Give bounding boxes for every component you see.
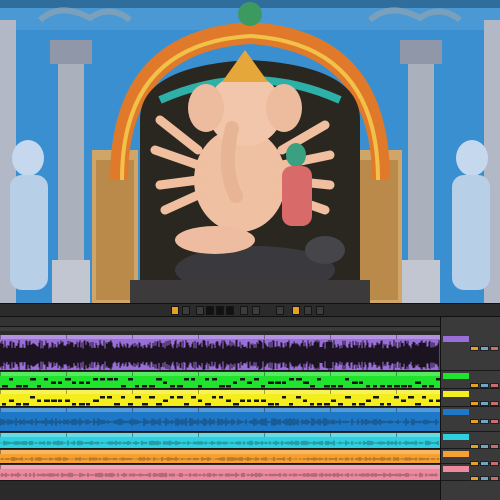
track-lane[interactable] — [0, 433, 440, 449]
clip-waveform — [0, 472, 439, 478]
track-arm-button[interactable] — [490, 346, 499, 351]
track-header[interactable] — [441, 335, 500, 371]
track-headers-panel — [440, 317, 500, 500]
track-solo-button[interactable] — [480, 419, 489, 424]
track-header[interactable] — [441, 433, 500, 449]
track-activator-button[interactable] — [470, 346, 479, 351]
track-name-chip[interactable] — [443, 434, 469, 440]
track-lane[interactable] — [0, 408, 440, 432]
clip-waveform — [0, 339, 440, 370]
video-viewer — [0, 0, 500, 303]
track-activator-button[interactable] — [470, 476, 479, 481]
track-solo-button[interactable] — [480, 346, 489, 351]
track-solo-button[interactable] — [480, 476, 489, 481]
track-controls — [470, 336, 500, 355]
track-lane[interactable] — [0, 450, 440, 464]
track-name-chip[interactable] — [443, 336, 469, 342]
loop-toggle-button[interactable] — [171, 306, 179, 315]
clip-waveform — [0, 440, 439, 446]
clip-waveform — [2, 378, 440, 388]
track-header[interactable] — [441, 450, 500, 466]
arrangement-view[interactable] — [0, 317, 500, 500]
transport-bar — [0, 303, 500, 317]
rewind-button[interactable] — [196, 306, 204, 315]
clip-waveform — [2, 396, 440, 406]
track-arm-button[interactable] — [490, 419, 499, 424]
track-activator-button[interactable] — [470, 383, 479, 388]
track-activator-button[interactable] — [470, 401, 479, 406]
track-lane[interactable] — [0, 335, 440, 371]
track-controls — [470, 466, 500, 485]
track-lane[interactable] — [0, 390, 440, 407]
ganesha-statue-image — [0, 0, 500, 303]
track-name-chip[interactable] — [443, 409, 469, 415]
track-name-chip[interactable] — [443, 373, 469, 379]
track-solo-button[interactable] — [480, 383, 489, 388]
follow-button[interactable] — [292, 306, 300, 315]
timeline-ruler[interactable] — [0, 317, 440, 327]
track-lane[interactable] — [0, 372, 440, 389]
track-header[interactable] — [441, 372, 500, 389]
track-arm-button[interactable] — [490, 401, 499, 406]
record-button[interactable] — [226, 306, 234, 315]
track-activator-button[interactable] — [470, 444, 479, 449]
play-button[interactable] — [206, 306, 214, 315]
loop-brace-bar[interactable] — [0, 327, 440, 331]
track-header[interactable] — [441, 390, 500, 407]
track-lane[interactable] — [0, 465, 440, 481]
track-arm-button[interactable] — [490, 383, 499, 388]
track-name-chip[interactable] — [443, 451, 469, 457]
clip-waveform — [0, 457, 439, 461]
track-header[interactable] — [441, 408, 500, 432]
stop-button[interactable] — [216, 306, 224, 315]
track-arm-button[interactable] — [490, 476, 499, 481]
record-mode-button[interactable] — [182, 306, 190, 315]
punch-in-button[interactable] — [276, 306, 284, 315]
track-arm-button[interactable] — [490, 444, 499, 449]
track-name-chip[interactable] — [443, 466, 469, 472]
empty-track-area[interactable] — [0, 482, 440, 500]
track-controls — [470, 409, 500, 428]
clip-waveform — [0, 418, 439, 426]
track-solo-button[interactable] — [480, 444, 489, 449]
track-header[interactable] — [441, 465, 500, 481]
track-name-chip[interactable] — [443, 391, 469, 397]
daw-screenshot — [0, 0, 500, 500]
automation-button[interactable] — [252, 306, 260, 315]
key-map-button[interactable] — [316, 306, 324, 315]
overdub-button[interactable] — [240, 306, 248, 315]
track-solo-button[interactable] — [480, 401, 489, 406]
track-activator-button[interactable] — [470, 419, 479, 424]
draw-mode-button[interactable] — [304, 306, 312, 315]
